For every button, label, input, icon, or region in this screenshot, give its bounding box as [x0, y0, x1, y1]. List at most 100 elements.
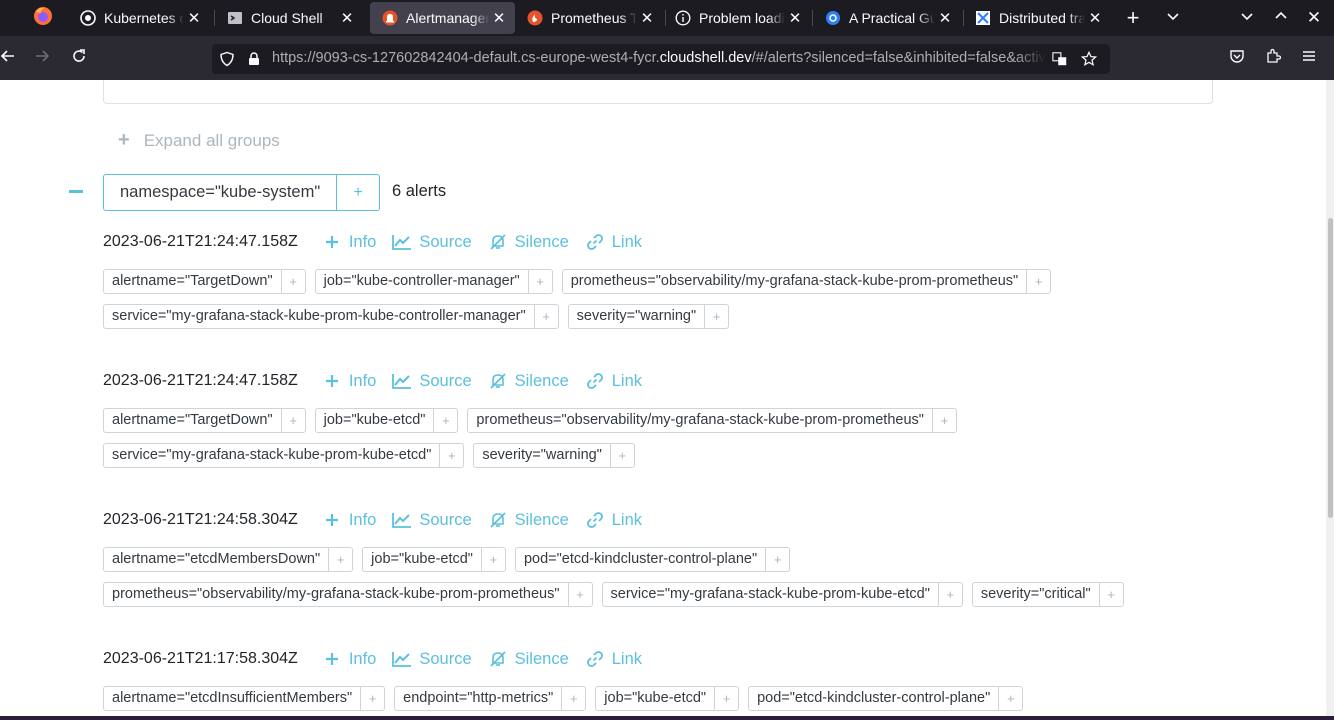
source-button[interactable]: Source [392, 649, 472, 669]
close-icon[interactable]: ✕ [337, 8, 357, 28]
label-text[interactable]: alertname="etcdMembersDown" [104, 548, 328, 571]
label-add-filter-button[interactable]: + [931, 409, 956, 432]
silence-button[interactable]: Silence [488, 371, 569, 391]
tab-distributed-tracing[interactable]: Distributed tracing ✕ [963, 0, 1111, 36]
shield-icon[interactable] [219, 51, 235, 67]
filter-input-box[interactable] [103, 80, 1213, 104]
tab-kubernetes[interactable]: Kubernetes cluster ✕ [68, 0, 210, 36]
label-add-filter-button[interactable]: + [1098, 583, 1123, 606]
close-icon[interactable]: ✕ [935, 8, 955, 28]
label-text[interactable]: alertname="etcdInsufficientMembers" [104, 687, 360, 710]
group-label[interactable]: namespace="kube-system" [104, 175, 338, 210]
window-close-button[interactable]: ✕ [1302, 6, 1326, 30]
label-text[interactable]: alertname="TargetDown" [104, 409, 281, 432]
source-button[interactable]: Source [392, 371, 472, 391]
label-add-filter-button[interactable]: + [567, 583, 592, 606]
label-text[interactable]: service="my-grafana-stack-kube-prom-kube… [104, 305, 534, 328]
link-button[interactable]: Link [585, 649, 642, 669]
label-text[interactable]: endpoint="http-metrics" [395, 687, 561, 710]
label-add-filter-button[interactable]: + [714, 687, 738, 710]
close-icon[interactable]: ✕ [489, 8, 509, 28]
label-text[interactable]: job="kube-controller-manager" [316, 270, 528, 293]
tab-problem-loading[interactable]: Problem loading page ✕ [663, 0, 811, 36]
tab-alertmanager[interactable]: Alertmanager ✕ [370, 2, 515, 34]
label-text[interactable]: pod="etcd-kindcluster-control-plane" [516, 548, 765, 571]
label-text[interactable]: service="my-grafana-stack-kube-prom-kube… [603, 583, 938, 606]
label-add-filter-button[interactable]: + [704, 305, 728, 328]
info-button[interactable]: Info [322, 232, 376, 252]
label-text[interactable]: prometheus="observability/my-grafana-sta… [563, 270, 1027, 293]
reload-button[interactable] [67, 46, 91, 70]
label-add-filter-button[interactable]: + [328, 548, 352, 571]
label-add-filter-button[interactable]: + [433, 409, 457, 432]
label-text[interactable]: job="kube-etcd" [596, 687, 714, 710]
label-add-filter-button[interactable]: + [561, 687, 585, 710]
close-icon[interactable]: ✕ [785, 8, 805, 28]
alert-labels: alertname="etcdInsufficientMembers" + endp… [103, 686, 1213, 716]
close-icon[interactable]: ✕ [1085, 8, 1105, 28]
pocket-button[interactable] [1225, 46, 1249, 70]
translate-icon[interactable] [1052, 51, 1068, 67]
tab-cloud-shell[interactable]: Cloud Shell ✕ [215, 0, 363, 36]
label-add-filter-button[interactable]: + [360, 687, 384, 710]
expand-all-groups-button[interactable]: + Expand all groups [118, 129, 280, 152]
bookmark-star-icon[interactable] [1081, 50, 1097, 67]
list-all-tabs-button[interactable] [1161, 6, 1185, 30]
label-text[interactable]: job="kube-etcd" [363, 548, 481, 571]
firefox-view-button[interactable] [31, 6, 55, 30]
silence-button[interactable]: Silence [488, 232, 569, 252]
link-button[interactable]: Link [585, 232, 642, 252]
label-text[interactable]: severity="critical" [973, 583, 1099, 606]
forward-button[interactable] [30, 46, 54, 70]
label-add-filter-button[interactable]: + [480, 548, 505, 571]
label-text[interactable]: service="my-grafana-stack-kube-prom-kube… [104, 444, 439, 467]
label-add-filter-button[interactable]: + [280, 270, 305, 293]
label-add-filter-button[interactable]: + [1026, 270, 1050, 293]
address-bar[interactable]: https://9093-cs-127602842404-default.cs-… [212, 44, 1110, 74]
source-button[interactable]: Source [392, 232, 472, 252]
label-text[interactable]: prometheus="observability/my-grafana-sta… [104, 583, 568, 606]
label-add-filter-button[interactable]: + [527, 270, 552, 293]
tab-practical-guide[interactable]: A Practical Guide ✕ [813, 0, 961, 36]
label-text[interactable]: job="kube-etcd" [316, 409, 434, 432]
label-add-filter-button[interactable]: + [439, 444, 463, 467]
silence-button[interactable]: Silence [488, 649, 569, 669]
label-text[interactable]: alertname="TargetDown" [104, 270, 281, 293]
app-menu-button[interactable] [1297, 46, 1321, 70]
info-button[interactable]: Info [322, 649, 376, 669]
silence-label: Silence [514, 232, 569, 251]
info-button[interactable]: Info [322, 371, 376, 391]
silence-button[interactable]: Silence [488, 510, 569, 530]
label-add-filter-button[interactable]: + [998, 687, 1022, 710]
tab-prometheus[interactable]: Prometheus Time Series ✕ [515, 0, 663, 36]
info-button[interactable]: Info [322, 510, 376, 530]
lock-icon[interactable] [246, 51, 262, 67]
arrow-left-icon [0, 48, 16, 69]
label-text[interactable]: severity="warning" [474, 444, 610, 467]
label-add-filter-button[interactable]: + [765, 548, 789, 571]
label-text[interactable]: pod="etcd-kindcluster-control-plane" [749, 687, 998, 710]
collapse-group-button[interactable] [69, 190, 83, 193]
window-maximize-button[interactable] [1269, 6, 1293, 30]
window-minimize-button[interactable] [1235, 6, 1259, 30]
back-button[interactable] [0, 46, 20, 70]
label-badge: alertname="TargetDown" + [103, 269, 306, 294]
label-text[interactable]: severity="warning" [569, 305, 705, 328]
close-icon[interactable]: ✕ [637, 8, 657, 28]
link-button[interactable]: Link [585, 510, 642, 530]
label-text[interactable]: prometheus="observability/my-grafana-sta… [468, 409, 932, 432]
source-button[interactable]: Source [392, 510, 472, 530]
label-badge: alertname="etcdInsufficientMembers" + [103, 686, 386, 711]
label-add-filter-button[interactable]: + [609, 444, 634, 467]
close-icon[interactable]: ✕ [184, 8, 204, 28]
label-add-filter-button[interactable]: + [280, 409, 305, 432]
group-add-filter-button[interactable]: + [337, 175, 379, 210]
new-tab-button[interactable]: + [1121, 6, 1145, 30]
url-text[interactable]: https://9093-cs-127602842404-default.cs-… [272, 50, 1046, 66]
alert-header: 2023-06-21T21:24:47.158Z Info Source Silenc… [103, 230, 1213, 254]
label-add-filter-button[interactable]: + [937, 583, 962, 606]
link-button[interactable]: Link [585, 371, 642, 391]
scrollbar-thumb[interactable] [1328, 218, 1333, 518]
extensions-button[interactable] [1261, 46, 1285, 70]
label-add-filter-button[interactable]: + [533, 305, 558, 328]
